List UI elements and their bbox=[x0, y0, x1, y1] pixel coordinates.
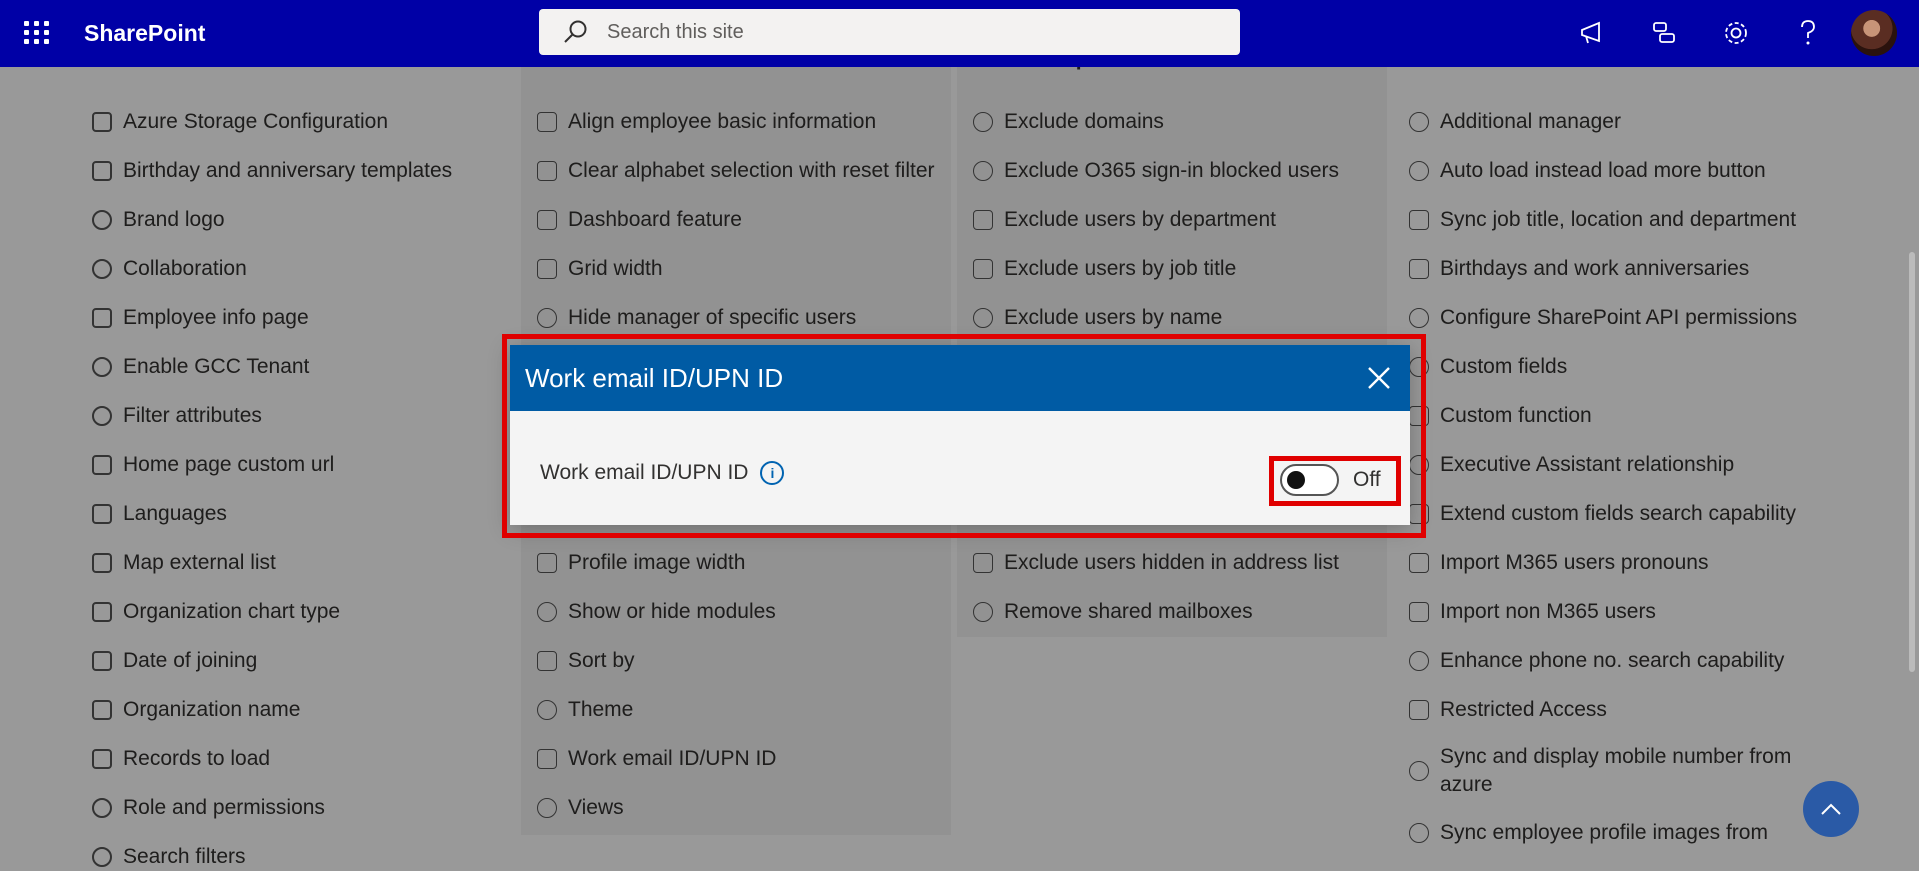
scroll-to-top-button[interactable] bbox=[1803, 781, 1859, 837]
search-input[interactable] bbox=[607, 20, 1207, 44]
help-icon[interactable] bbox=[1785, 10, 1831, 56]
dialog-highlight bbox=[502, 334, 1426, 538]
chevron-up-icon bbox=[1821, 803, 1841, 815]
brand-name[interactable]: SharePoint bbox=[84, 20, 205, 47]
avatar[interactable] bbox=[1851, 10, 1897, 56]
app-launcher-icon[interactable] bbox=[20, 17, 50, 47]
feedback-icon[interactable] bbox=[1641, 10, 1687, 56]
search-icon bbox=[564, 20, 587, 43]
megaphone-icon[interactable] bbox=[1569, 10, 1615, 56]
scrollbar[interactable] bbox=[1905, 67, 1919, 871]
toggle-highlight bbox=[1269, 456, 1401, 506]
scrollbar-thumb[interactable] bbox=[1909, 252, 1915, 672]
suite-actions bbox=[1543, 10, 1897, 56]
gear-icon[interactable] bbox=[1713, 10, 1759, 56]
search-box[interactable] bbox=[539, 9, 1240, 55]
suite-bar: SharePoint bbox=[0, 0, 1919, 67]
